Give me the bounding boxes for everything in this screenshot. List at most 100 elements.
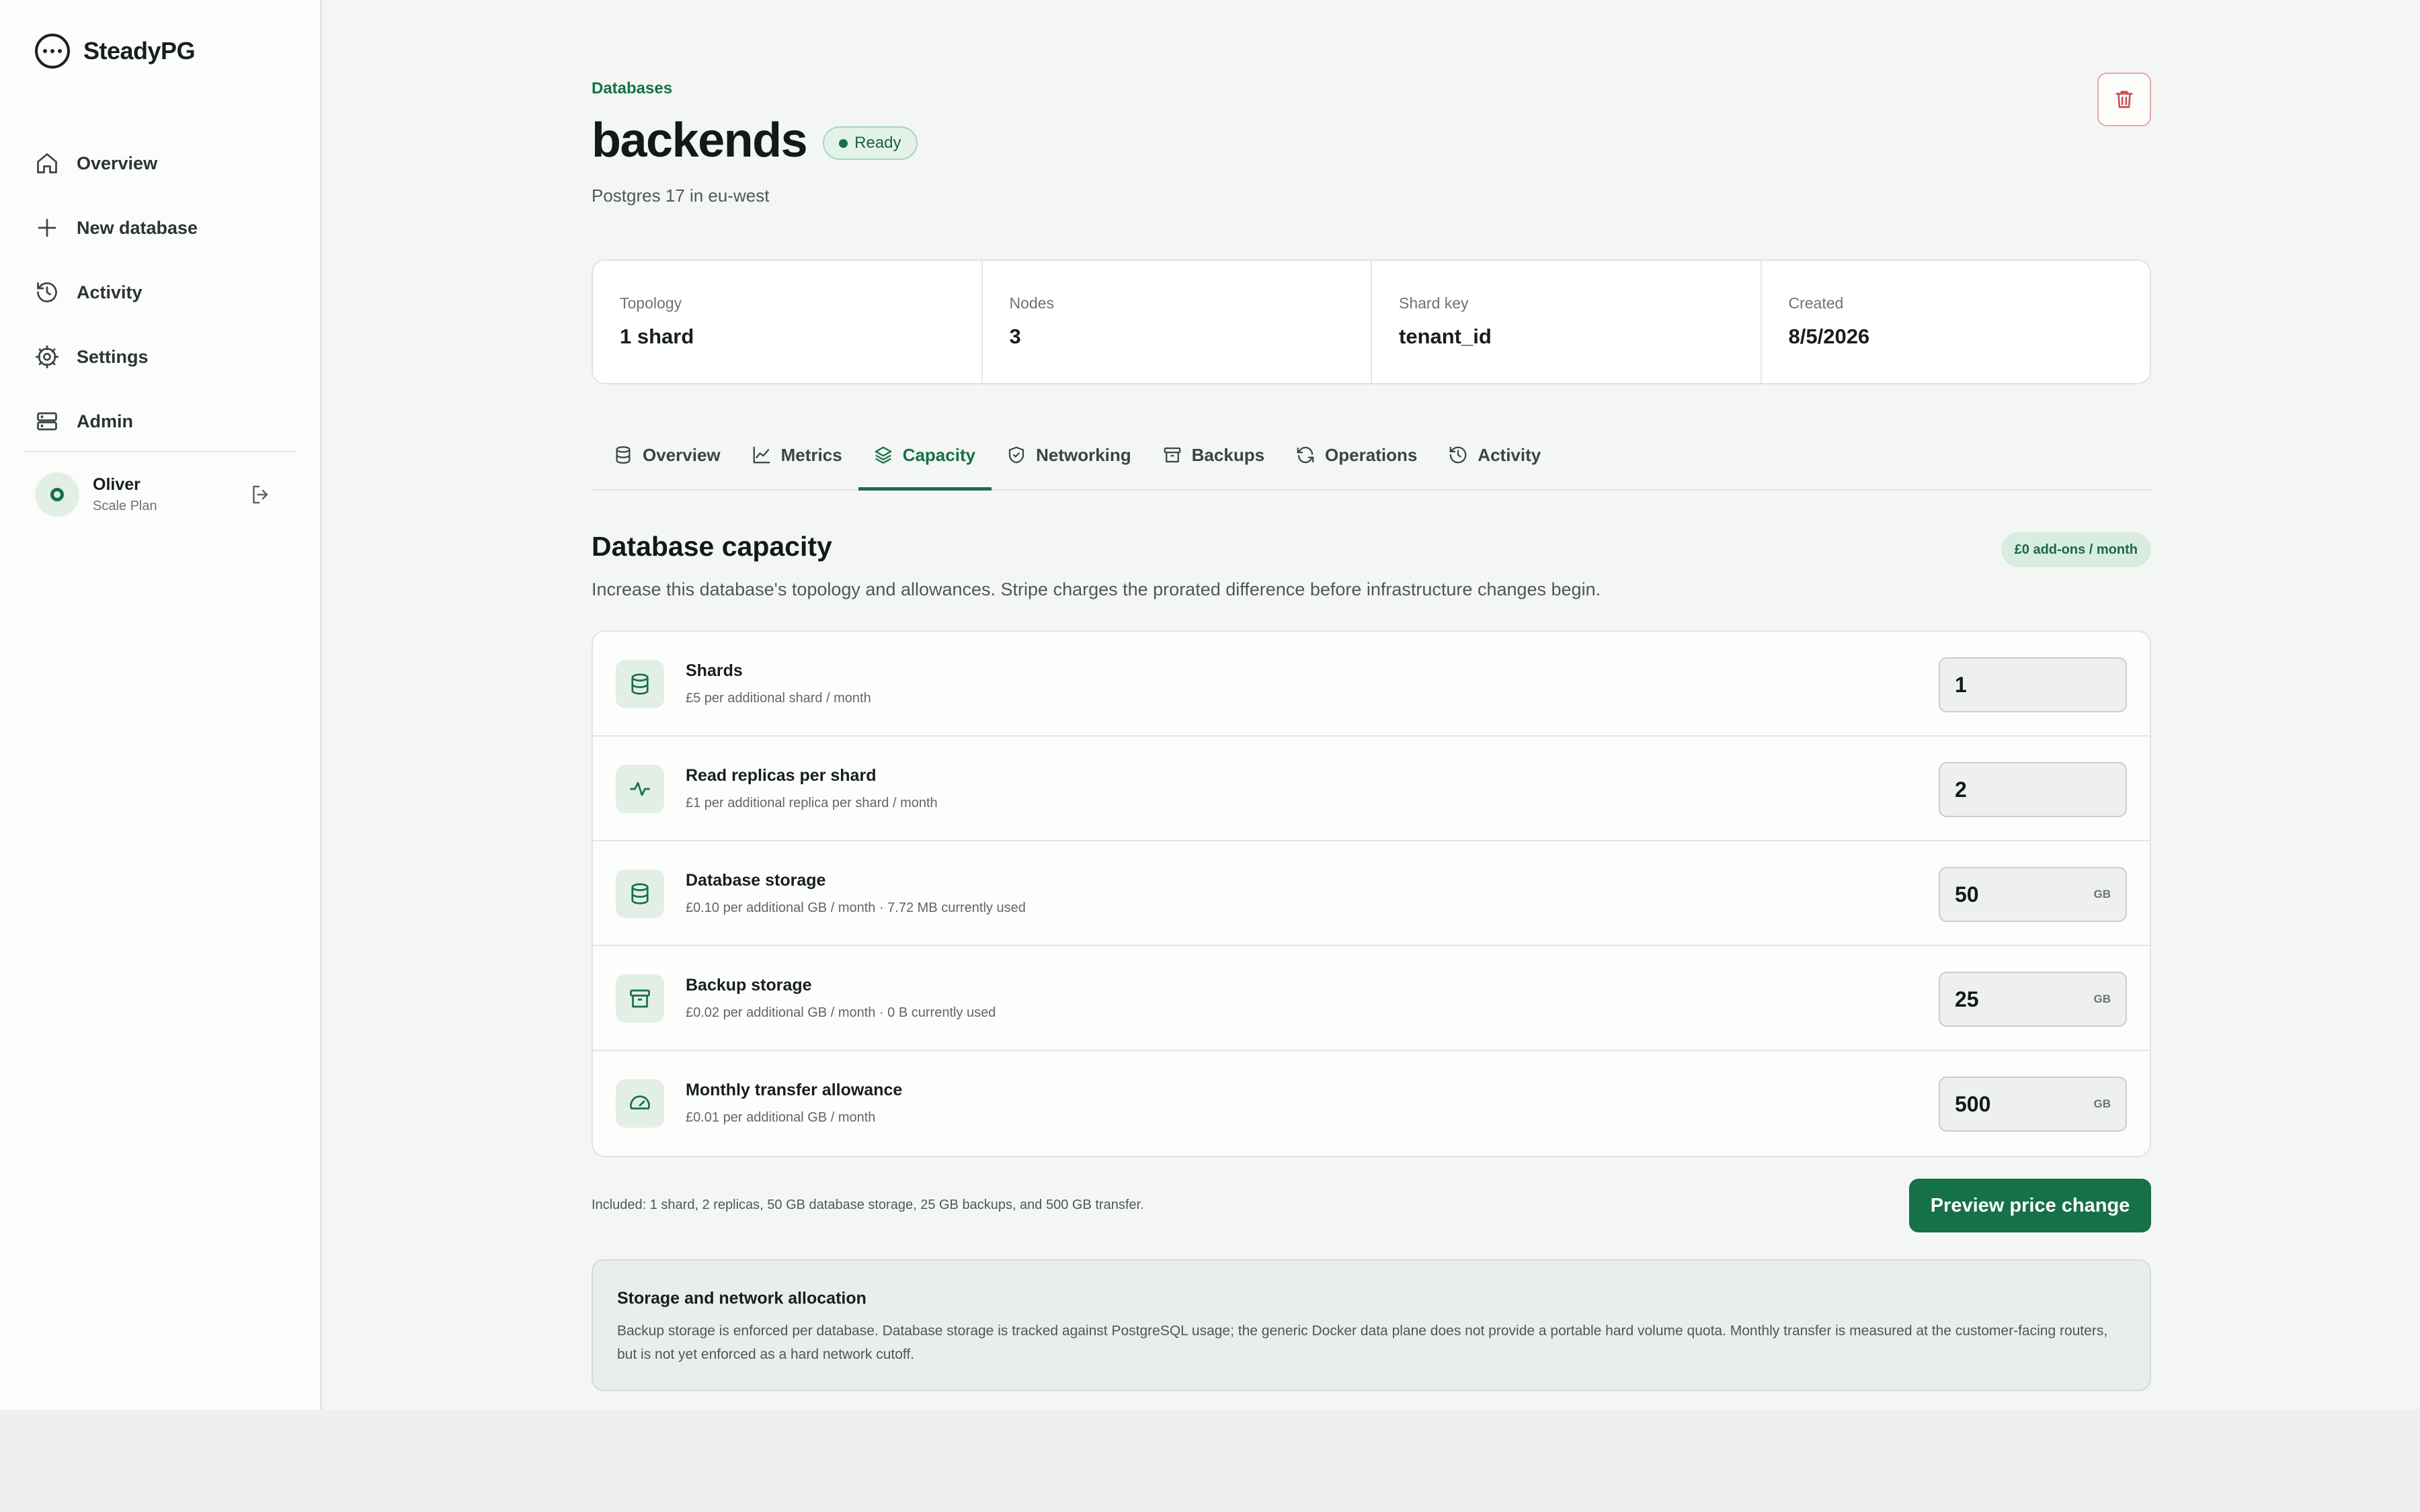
shards-input[interactable]: 1 bbox=[1939, 657, 2127, 712]
capacity-name: Database storage bbox=[686, 871, 826, 890]
capacity-value: 25 bbox=[1955, 986, 1979, 1011]
sidebar-item-label: Admin bbox=[77, 411, 133, 431]
tab-label: Networking bbox=[1036, 444, 1131, 465]
avatar[interactable] bbox=[35, 472, 79, 517]
capacity-card: Shards £5 per additional shard / month 1… bbox=[592, 630, 2151, 1157]
stat-value: 1 shard bbox=[620, 325, 694, 348]
tab-activity[interactable]: Activity bbox=[1433, 421, 1557, 489]
sidebar-item-activity[interactable]: Activity bbox=[35, 260, 198, 325]
capacity-note: £0.02 per additional GB / month · 0 B cu… bbox=[686, 1005, 996, 1020]
capacity-name: Monthly transfer allowance bbox=[686, 1081, 903, 1099]
capacity-unit: GB bbox=[2093, 993, 2111, 1005]
sidebar-item-label: New database bbox=[77, 217, 198, 238]
tab-metrics[interactable]: Metrics bbox=[737, 421, 858, 489]
database-stats: Topology 1 shard Nodes 3 Shard key tenan… bbox=[592, 259, 2151, 384]
sidebar-divider bbox=[24, 451, 296, 452]
status-badge: Ready bbox=[823, 126, 918, 160]
backup-storage-input[interactable]: 25 GB bbox=[1939, 972, 2127, 1027]
capacity-name: Shards bbox=[686, 661, 743, 680]
user-plan: Scale Plan bbox=[93, 499, 157, 513]
sidebar-item-label: Activity bbox=[77, 282, 143, 302]
line-chart-icon bbox=[753, 446, 770, 464]
main-content: Databases backends Ready Postgres 17 in … bbox=[323, 0, 2420, 1410]
home-icon bbox=[37, 153, 57, 173]
plus-icon bbox=[38, 218, 56, 237]
database-icon bbox=[616, 870, 664, 918]
capacity-note: £5 per additional shard / month bbox=[686, 691, 871, 706]
stat-label: Topology bbox=[620, 294, 682, 312]
tab-backups[interactable]: Backups bbox=[1147, 421, 1281, 489]
capacity-row-database-storage: Database storage £0.10 per additional GB… bbox=[593, 841, 2150, 946]
capacity-row-shards: Shards £5 per additional shard / month 1 bbox=[593, 632, 2150, 737]
archive-icon bbox=[1164, 447, 1181, 463]
status-label: Ready bbox=[854, 134, 901, 152]
tab-operations[interactable]: Operations bbox=[1281, 421, 1433, 489]
tab-capacity[interactable]: Capacity bbox=[858, 421, 992, 491]
capacity-value: 2 bbox=[1955, 777, 1967, 802]
title-row: backends Ready bbox=[592, 113, 918, 168]
stat-label: Nodes bbox=[1009, 294, 1054, 312]
user-profile: Oliver Scale Plan bbox=[35, 471, 286, 518]
preview-price-change-button[interactable]: Preview price change bbox=[1909, 1179, 2151, 1232]
sidebar-item-new-database[interactable]: New database bbox=[35, 196, 198, 260]
user-name: Oliver bbox=[93, 475, 140, 494]
capacity-name: Backup storage bbox=[686, 976, 812, 995]
gauge-icon bbox=[616, 1079, 664, 1128]
database-icon bbox=[616, 446, 631, 464]
tab-overview[interactable]: Overview bbox=[598, 421, 737, 489]
tab-label: Operations bbox=[1325, 444, 1418, 465]
archive-icon bbox=[616, 974, 664, 1023]
page-bottom-area bbox=[0, 1410, 2420, 1512]
tab-label: Overview bbox=[643, 444, 721, 465]
section-title: Database capacity bbox=[592, 531, 832, 562]
breadcrumb[interactable]: Databases bbox=[592, 79, 672, 98]
stat-value: tenant_id bbox=[1399, 325, 1492, 348]
tab-label: Activity bbox=[1478, 444, 1541, 465]
capacity-row-backup-storage: Backup storage £0.02 per additional GB /… bbox=[593, 946, 2150, 1051]
ellipsis-circle-icon bbox=[35, 34, 70, 69]
sidebar-item-admin[interactable]: Admin bbox=[35, 389, 198, 454]
shield-icon bbox=[1008, 446, 1024, 464]
section-description: Increase this database's topology and al… bbox=[592, 579, 1601, 599]
delete-database-button[interactable] bbox=[2097, 73, 2151, 126]
logout-icon[interactable] bbox=[249, 482, 273, 507]
capacity-note: £0.10 per additional GB / month · 7.72 M… bbox=[686, 900, 1026, 915]
stat-shard-key: Shard key tenant_id bbox=[1372, 261, 1762, 383]
stat-nodes: Nodes 3 bbox=[983, 261, 1372, 383]
tab-label: Backups bbox=[1191, 444, 1265, 465]
info-text: Backup storage is enforced per database.… bbox=[617, 1323, 2108, 1362]
trash-icon bbox=[2115, 91, 2133, 108]
server-icon bbox=[37, 412, 57, 431]
database-storage-input[interactable]: 50 GB bbox=[1939, 867, 2127, 922]
stat-created: Created 8/5/2026 bbox=[1762, 261, 2150, 383]
database-icon bbox=[616, 660, 664, 708]
read-replicas-input[interactable]: 2 bbox=[1939, 762, 2127, 817]
capacity-name: Read replicas per shard bbox=[686, 766, 877, 785]
capacity-note: £0.01 per additional GB / month bbox=[686, 1110, 876, 1125]
sidebar-item-label: Settings bbox=[77, 346, 149, 367]
info-title: Storage and network allocation bbox=[617, 1289, 866, 1308]
status-dot-icon bbox=[839, 138, 848, 148]
sidebar-item-settings[interactable]: Settings bbox=[35, 325, 198, 389]
tab-label: Metrics bbox=[780, 444, 842, 465]
tab-label: Capacity bbox=[902, 444, 976, 465]
included-summary: Included: 1 shard, 2 replicas, 50 GB dat… bbox=[592, 1198, 1144, 1212]
capacity-value: 500 bbox=[1955, 1091, 1991, 1116]
sidebar: SteadyPG Overview New database Activity … bbox=[0, 0, 321, 1410]
brand-name: SteadyPG bbox=[83, 37, 196, 65]
stat-label: Created bbox=[1788, 294, 1844, 312]
capacity-value: 50 bbox=[1955, 882, 1979, 907]
transfer-allowance-input[interactable]: 500 GB bbox=[1939, 1077, 2127, 1132]
sidebar-nav: Overview New database Activity Settings … bbox=[35, 131, 198, 454]
activity-icon bbox=[616, 765, 664, 813]
capacity-value: 1 bbox=[1955, 672, 1967, 697]
layers-icon bbox=[875, 446, 892, 464]
sidebar-item-overview[interactable]: Overview bbox=[35, 131, 198, 196]
history-icon bbox=[37, 282, 57, 302]
capacity-unit: GB bbox=[2093, 1097, 2111, 1110]
brand[interactable]: SteadyPG bbox=[35, 34, 196, 69]
stat-topology: Topology 1 shard bbox=[593, 261, 983, 383]
tab-networking[interactable]: Networking bbox=[992, 421, 1147, 489]
page-subtitle: Postgres 17 in eu-west bbox=[592, 185, 770, 206]
addons-badge: £0 add-ons / month bbox=[2001, 532, 2151, 567]
